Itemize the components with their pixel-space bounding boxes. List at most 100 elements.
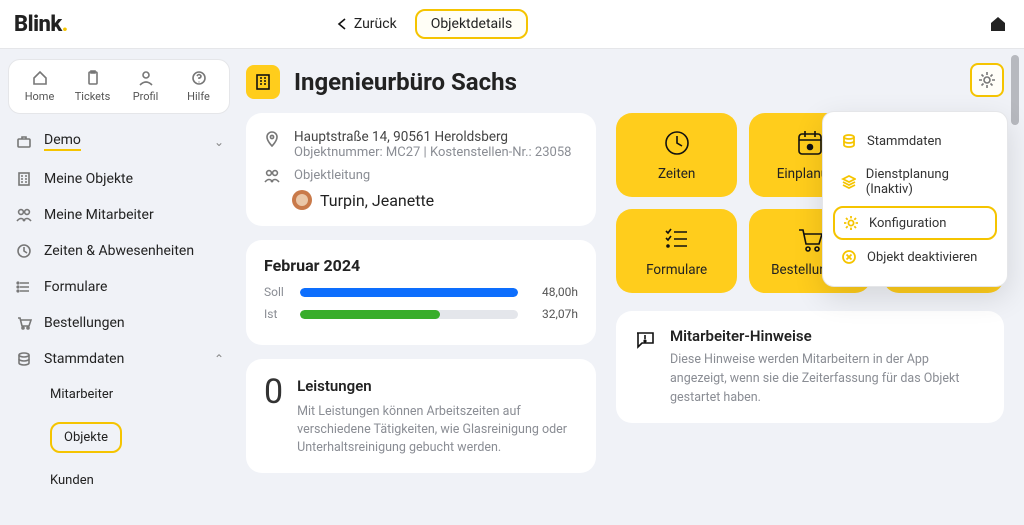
bar-row-soll: Soll 48,00h <box>264 285 578 299</box>
avatar <box>292 190 312 210</box>
nav-label: Zeiten & Abwesenheiten <box>44 243 194 259</box>
tile-zeiten[interactable]: Zeiten <box>616 113 737 197</box>
nav-formulare[interactable]: Formulare <box>8 269 230 305</box>
menu-label: Stammdaten <box>867 134 942 149</box>
list-icon <box>16 279 32 295</box>
subnav-kunden[interactable]: Kunden <box>42 463 230 498</box>
leader-name: Turpin, Jeanette <box>320 191 434 210</box>
message-alert-icon <box>634 329 656 351</box>
quicknav-label: Tickets <box>75 90 111 103</box>
home-icon <box>988 14 1008 34</box>
sidebar-nav: Demo ⌄ Meine Objekte Meine Mitarbeiter Z… <box>8 122 230 498</box>
tile-label: Formulare <box>646 262 707 278</box>
services-title: Leistungen <box>297 377 578 395</box>
bar-fill <box>300 288 518 297</box>
gear-icon <box>978 71 996 89</box>
scrollbar-track[interactable] <box>1008 49 1022 525</box>
tile-formulare[interactable]: Formulare <box>616 209 737 293</box>
menu-label: Konfiguration <box>869 216 946 231</box>
people-icon <box>264 168 280 184</box>
arrow-left-icon <box>336 17 350 31</box>
hints-title: Mitarbeiter-Hinweise <box>670 327 986 345</box>
subnav-objekte[interactable]: Objekte <box>42 412 230 463</box>
menu-deaktivieren[interactable]: Objekt deaktivieren <box>833 240 997 274</box>
database-icon <box>841 133 857 149</box>
hints-desc: Diese Hinweise werden Mitarbeitern in de… <box>670 351 986 407</box>
nav-label: Stammdaten <box>44 351 124 367</box>
ticket-icon <box>85 70 101 86</box>
brand-dot: . <box>62 12 68 37</box>
nav-bestellungen[interactable]: Bestellungen <box>8 305 230 341</box>
quicknav-home[interactable]: Home <box>14 70 66 103</box>
calendar-icon <box>795 128 825 158</box>
sidebar-quicknav: Home Tickets Profil Hilfe <box>8 59 230 114</box>
building-icon <box>16 171 32 187</box>
quicknav-tickets[interactable]: Tickets <box>67 70 119 103</box>
menu-konfiguration[interactable]: Konfiguration <box>833 206 997 240</box>
meta-line: Objektnummer: MC27 | Kostenstellen-Nr.: … <box>294 145 571 160</box>
nav-zeiten[interactable]: Zeiten & Abwesenheiten <box>8 233 230 269</box>
stack-icon <box>841 174 856 190</box>
services-count: 0 <box>264 375 283 457</box>
menu-dienstplanung[interactable]: Dienstplanung (Inaktiv) <box>833 158 997 206</box>
subnav-mitarbeiter[interactable]: Mitarbeiter <box>42 377 230 412</box>
database-icon <box>16 351 32 367</box>
bar-value: 32,07h <box>528 307 578 321</box>
page-header-title: Objektdetails <box>431 16 513 32</box>
page-title: Ingenieurbüro Sachs <box>294 68 517 96</box>
nav-label: Mitarbeiter <box>50 387 113 402</box>
bar-fill <box>300 310 440 319</box>
checklist-icon <box>662 224 692 254</box>
main-content: Ingenieurbüro Sachs Hauptstraße 14, 9056… <box>238 49 1024 525</box>
scrollbar-thumb[interactable] <box>1011 55 1019 125</box>
nav-label-active: Objekte <box>50 422 122 453</box>
quicknav-label: Home <box>25 90 55 103</box>
brand-logo: Blink. <box>14 12 68 37</box>
quicknav-label: Profil <box>133 90 159 103</box>
nav-meine-objekte[interactable]: Meine Objekte <box>8 161 230 197</box>
nav-label: Formulare <box>44 279 107 295</box>
menu-label: Dienstplanung (Inaktiv) <box>866 167 989 197</box>
address-card: Hauptstraße 14, 90561 Heroldsberg Objekt… <box>246 113 596 226</box>
menu-label: Objekt deaktivieren <box>867 250 977 265</box>
menu-stammdaten[interactable]: Stammdaten <box>833 124 997 158</box>
services-desc: Mit Leistungen können Arbeitszeiten auf … <box>297 403 578 457</box>
bar-value: 48,00h <box>528 285 578 299</box>
building-icon <box>254 73 272 91</box>
bar-label: Ist <box>264 307 290 321</box>
gear-icon <box>843 215 859 231</box>
hints-card: Mitarbeiter-Hinweise Diese Hinweise werd… <box>616 311 1004 423</box>
back-button[interactable]: Zurück <box>336 16 397 32</box>
settings-button[interactable] <box>970 63 1004 97</box>
clock-icon <box>662 128 692 158</box>
nav-label: Meine Objekte <box>44 171 133 187</box>
page-header-pill: Objektdetails <box>415 9 529 39</box>
quicknav-hilfe[interactable]: Hilfe <box>173 70 225 103</box>
chevron-down-icon: ⌄ <box>214 135 224 149</box>
brand-name: Blink <box>14 12 62 37</box>
nav-label: Bestellungen <box>44 315 125 331</box>
quicknav-profil[interactable]: Profil <box>120 70 172 103</box>
help-icon <box>191 70 207 86</box>
back-label: Zurück <box>354 16 397 32</box>
month-title: Februar 2024 <box>264 256 578 275</box>
clock-icon <box>16 243 32 259</box>
nav-stammdaten[interactable]: Stammdaten ⌃ <box>8 341 230 377</box>
nav-demo[interactable]: Demo ⌄ <box>8 122 230 161</box>
nav-meine-mitarbeiter[interactable]: Meine Mitarbeiter <box>8 197 230 233</box>
cart-icon <box>795 224 825 254</box>
bar-row-ist: Ist 32,07h <box>264 307 578 321</box>
nav-label: Kunden <box>50 473 94 488</box>
address-line: Hauptstraße 14, 90561 Heroldsberg <box>294 129 571 145</box>
quicknav-label: Hilfe <box>187 90 210 103</box>
people-icon <box>16 207 32 223</box>
close-circle-icon <box>841 249 857 265</box>
nav-label: Demo <box>44 132 81 151</box>
profile-icon <box>138 70 154 86</box>
home-icon <box>32 70 48 86</box>
tile-label: Zeiten <box>658 166 695 182</box>
home-button[interactable] <box>988 14 1008 34</box>
nav-label: Meine Mitarbeiter <box>44 207 154 223</box>
month-card: Februar 2024 Soll 48,00h Ist 32,07h <box>246 240 596 345</box>
sidebar: Home Tickets Profil Hilfe Demo ⌄ <box>0 49 238 525</box>
